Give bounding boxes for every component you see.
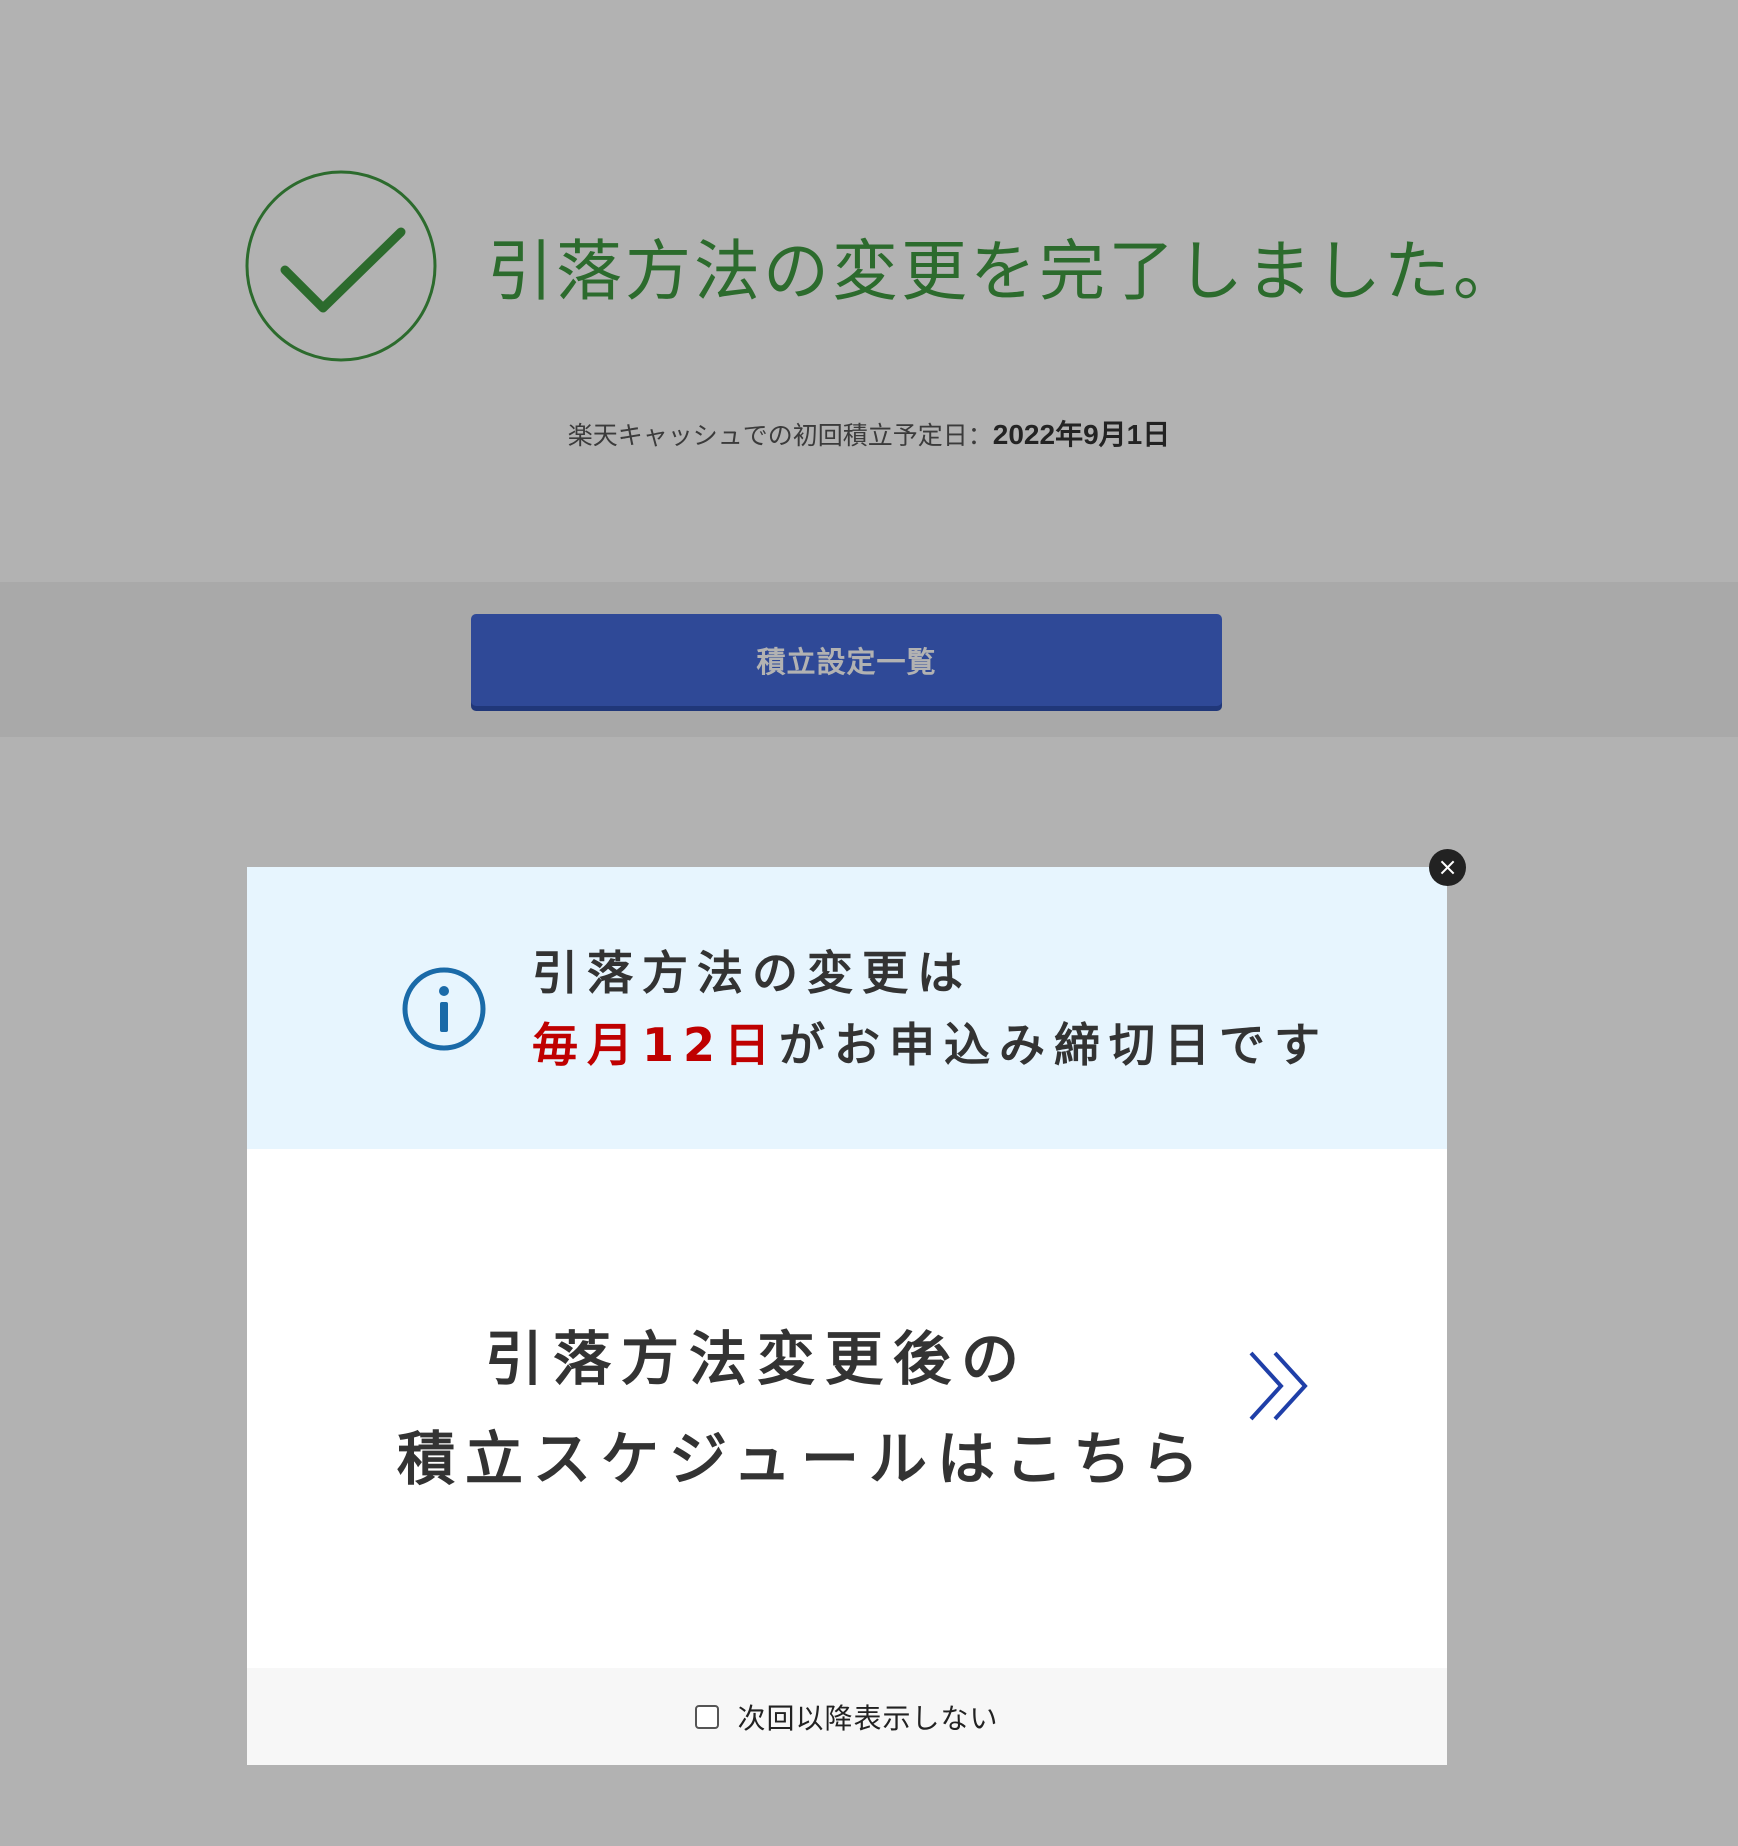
notice-line-1: 引落方法の変更は [532, 946, 972, 1000]
dont-show-again-option[interactable]: 次回以降表示しない [695, 1697, 998, 1737]
notice-line-2: 毎月12日がお申込み締切日です [532, 1009, 1329, 1075]
double-chevron-right-icon [1249, 1351, 1308, 1421]
dont-show-again-checkbox[interactable] [695, 1704, 720, 1729]
schedule-link-text: 引落方法変更後の 積立スケジュールはこちら [397, 1309, 1209, 1509]
close-icon[interactable]: × [1429, 849, 1466, 886]
schedule-link-line-1: 引落方法変更後の [484, 1325, 1029, 1393]
deadline-highlight: 毎月12日 [532, 1018, 780, 1072]
schedule-link-line-2: 積立スケジュールはこちら [397, 1425, 1209, 1493]
dont-show-again-label: 次回以降表示しない [737, 1701, 999, 1735]
notice-line-2-rest: がお申込み締切日です [779, 1018, 1330, 1072]
info-icon [402, 967, 486, 1051]
schedule-link[interactable]: 引落方法変更後の 積立スケジュールはこちら [247, 1149, 1447, 1668]
modal-footer: 次回以降表示しない [247, 1668, 1447, 1765]
deadline-notice: 引落方法の変更は 毎月12日がお申込み締切日です [247, 867, 1447, 1149]
modal-banner-link[interactable]: 引落方法の変更は 毎月12日がお申込み締切日です 引落方法変更後の 積立スケジュ… [247, 867, 1447, 1668]
notice-modal: 引落方法の変更は 毎月12日がお申込み締切日です 引落方法変更後の 積立スケジュ… [247, 849, 1466, 1765]
